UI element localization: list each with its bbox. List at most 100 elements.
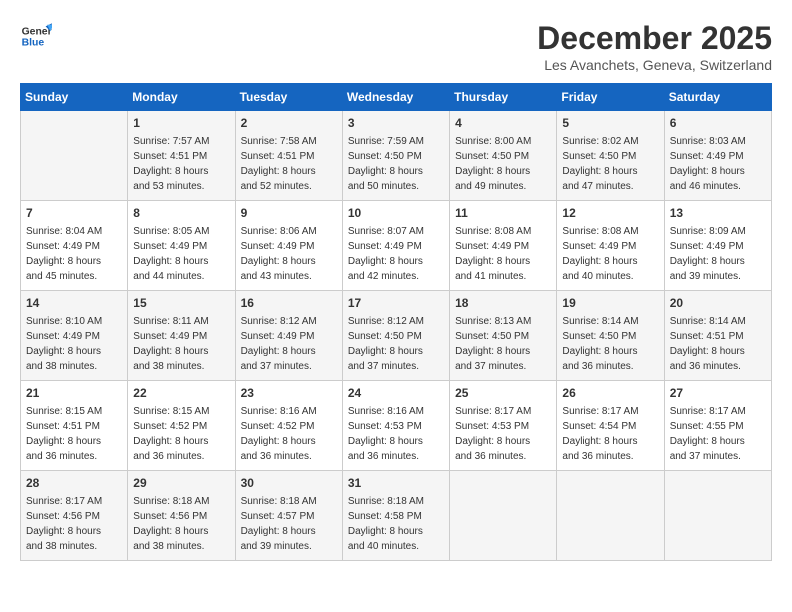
calendar-cell: 28 Sunrise: 8:17 AMSunset: 4:56 PMDayligh… [21,471,128,561]
day-number: 6 [670,115,766,132]
calendar-cell [21,111,128,201]
calendar-cell: 27 Sunrise: 8:17 AMSunset: 4:55 PMDayligh… [664,381,771,471]
day-number: 3 [348,115,444,132]
day-info: Sunrise: 8:13 AMSunset: 4:50 PMDaylight:… [455,314,551,374]
day-info: Sunrise: 8:04 AMSunset: 4:49 PMDaylight:… [26,224,122,284]
day-info: Sunrise: 8:05 AMSunset: 4:49 PMDaylight:… [133,224,229,284]
calendar-cell: 21 Sunrise: 8:15 AMSunset: 4:51 PMDayligh… [21,381,128,471]
page-header: General Blue December 2025 Les Avanchets… [20,20,772,73]
calendar-cell: 30Sunrise: 8:18 AMSunset: 4:57 PMDayligh… [235,471,342,561]
calendar-header-friday: Friday [557,84,664,111]
calendar-cell: 22 Sunrise: 8:15 AMSunset: 4:52 PMDayligh… [128,381,235,471]
day-info: Sunrise: 8:18 AMSunset: 4:58 PMDaylight:… [348,494,444,554]
calendar-cell: 7 Sunrise: 8:04 AMSunset: 4:49 PMDaylight… [21,201,128,291]
day-number: 2 [241,115,337,132]
calendar-cell: 17 Sunrise: 8:12 AMSunset: 4:50 PMDayligh… [342,291,449,381]
day-info: Sunrise: 8:11 AMSunset: 4:49 PMDaylight:… [133,314,229,374]
calendar-cell [450,471,557,561]
calendar-cell: 16Sunrise: 8:12 AMSunset: 4:49 PMDayligh… [235,291,342,381]
day-number: 24 [348,385,444,402]
calendar-cell: 9 Sunrise: 8:06 AMSunset: 4:49 PMDaylight… [235,201,342,291]
calendar-cell [557,471,664,561]
calendar-cell: 1 Sunrise: 7:57 AMSunset: 4:51 PMDaylight… [128,111,235,201]
day-number: 1 [133,115,229,132]
day-number: 29 [133,475,229,492]
day-info: Sunrise: 8:17 AMSunset: 4:55 PMDaylight:… [670,404,766,464]
calendar-cell: 23Sunrise: 8:16 AMSunset: 4:52 PMDayligh… [235,381,342,471]
day-info: Sunrise: 7:58 AMSunset: 4:51 PMDaylight:… [241,134,337,194]
day-number: 11 [455,205,551,222]
day-number: 27 [670,385,766,402]
calendar-cell: 13Sunrise: 8:09 AMSunset: 4:49 PMDayligh… [664,201,771,291]
day-number: 5 [562,115,658,132]
calendar-cell [664,471,771,561]
day-info: Sunrise: 8:07 AMSunset: 4:49 PMDaylight:… [348,224,444,284]
day-number: 21 [26,385,122,402]
calendar-cell: 26 Sunrise: 8:17 AMSunset: 4:54 PMDayligh… [557,381,664,471]
day-number: 7 [26,205,122,222]
day-number: 17 [348,295,444,312]
calendar-cell: 19 Sunrise: 8:14 AMSunset: 4:50 PMDayligh… [557,291,664,381]
day-info: Sunrise: 8:14 AMSunset: 4:50 PMDaylight:… [562,314,658,374]
calendar-cell: 14Sunrise: 8:10 AMSunset: 4:49 PMDayligh… [21,291,128,381]
calendar-week-4: 21 Sunrise: 8:15 AMSunset: 4:51 PMDayligh… [21,381,772,471]
calendar-cell: 10 Sunrise: 8:07 AMSunset: 4:49 PMDayligh… [342,201,449,291]
day-number: 30 [241,475,337,492]
logo: General Blue [20,20,56,52]
calendar-header-monday: Monday [128,84,235,111]
day-info: Sunrise: 8:06 AMSunset: 4:49 PMDaylight:… [241,224,337,284]
calendar-cell: 24 Sunrise: 8:16 AMSunset: 4:53 PMDayligh… [342,381,449,471]
day-number: 22 [133,385,229,402]
day-info: Sunrise: 8:18 AMSunset: 4:56 PMDaylight:… [133,494,229,554]
calendar-header-wednesday: Wednesday [342,84,449,111]
calendar-week-2: 7 Sunrise: 8:04 AMSunset: 4:49 PMDaylight… [21,201,772,291]
day-number: 15 [133,295,229,312]
day-number: 4 [455,115,551,132]
calendar-cell: 29 Sunrise: 8:18 AMSunset: 4:56 PMDayligh… [128,471,235,561]
day-number: 19 [562,295,658,312]
day-info: Sunrise: 8:15 AMSunset: 4:52 PMDaylight:… [133,404,229,464]
day-number: 25 [455,385,551,402]
calendar-cell: 25 Sunrise: 8:17 AMSunset: 4:53 PMDayligh… [450,381,557,471]
calendar-cell: 31 Sunrise: 8:18 AMSunset: 4:58 PMDayligh… [342,471,449,561]
calendar-header-saturday: Saturday [664,84,771,111]
day-number: 31 [348,475,444,492]
location-subtitle: Les Avanchets, Geneva, Switzerland [537,57,772,73]
logo-icon: General Blue [20,20,52,52]
day-info: Sunrise: 8:03 AMSunset: 4:49 PMDaylight:… [670,134,766,194]
day-info: Sunrise: 8:17 AMSunset: 4:54 PMDaylight:… [562,404,658,464]
month-title: December 2025 [537,20,772,57]
day-info: Sunrise: 8:15 AMSunset: 4:51 PMDaylight:… [26,404,122,464]
day-info: Sunrise: 8:08 AMSunset: 4:49 PMDaylight:… [455,224,551,284]
calendar-cell: 20Sunrise: 8:14 AMSunset: 4:51 PMDayligh… [664,291,771,381]
day-info: Sunrise: 8:00 AMSunset: 4:50 PMDaylight:… [455,134,551,194]
calendar-cell: 8Sunrise: 8:05 AMSunset: 4:49 PMDaylight… [128,201,235,291]
calendar-cell: 2 Sunrise: 7:58 AMSunset: 4:51 PMDaylight… [235,111,342,201]
day-info: Sunrise: 8:17 AMSunset: 4:53 PMDaylight:… [455,404,551,464]
calendar-header-thursday: Thursday [450,84,557,111]
calendar-week-3: 14Sunrise: 8:10 AMSunset: 4:49 PMDayligh… [21,291,772,381]
day-number: 28 [26,475,122,492]
calendar-cell: 12Sunrise: 8:08 AMSunset: 4:49 PMDayligh… [557,201,664,291]
calendar-cell: 5Sunrise: 8:02 AMSunset: 4:50 PMDaylight… [557,111,664,201]
day-number: 26 [562,385,658,402]
calendar-header-sunday: Sunday [21,84,128,111]
day-info: Sunrise: 8:09 AMSunset: 4:49 PMDaylight:… [670,224,766,284]
calendar-header-row: SundayMondayTuesdayWednesdayThursdayFrid… [21,84,772,111]
calendar-week-5: 28 Sunrise: 8:17 AMSunset: 4:56 PMDayligh… [21,471,772,561]
day-info: Sunrise: 7:59 AMSunset: 4:50 PMDaylight:… [348,134,444,194]
calendar-table: SundayMondayTuesdayWednesdayThursdayFrid… [20,83,772,561]
calendar-cell: 11 Sunrise: 8:08 AMSunset: 4:49 PMDayligh… [450,201,557,291]
day-info: Sunrise: 8:12 AMSunset: 4:50 PMDaylight:… [348,314,444,374]
day-info: Sunrise: 8:17 AMSunset: 4:56 PMDaylight:… [26,494,122,554]
day-number: 14 [26,295,122,312]
day-info: Sunrise: 8:16 AMSunset: 4:53 PMDaylight:… [348,404,444,464]
day-info: Sunrise: 7:57 AMSunset: 4:51 PMDaylight:… [133,134,229,194]
day-number: 9 [241,205,337,222]
day-number: 23 [241,385,337,402]
day-info: Sunrise: 8:12 AMSunset: 4:49 PMDaylight:… [241,314,337,374]
calendar-cell: 3 Sunrise: 7:59 AMSunset: 4:50 PMDaylight… [342,111,449,201]
day-number: 10 [348,205,444,222]
day-number: 20 [670,295,766,312]
day-info: Sunrise: 8:08 AMSunset: 4:49 PMDaylight:… [562,224,658,284]
